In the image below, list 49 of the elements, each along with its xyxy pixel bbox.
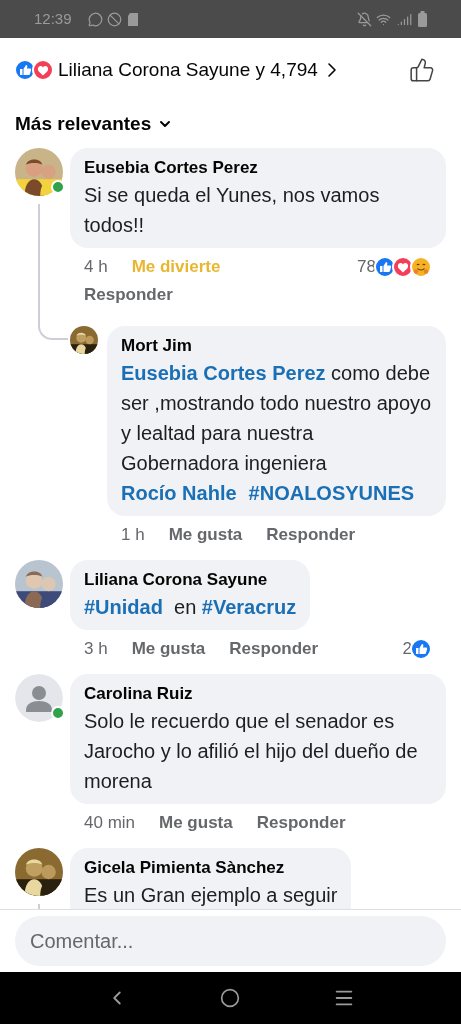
reaction-count[interactable]: 2	[402, 636, 412, 662]
comment-action[interactable]: Responder	[229, 636, 319, 662]
comment-text: Eusebia Cortes Perez como debe ser ,mostrando todo nuestro apoyo y lealtad para nuestra Gobernadora ingeniera Rocío Nahle #NOALOSYUNES	[121, 361, 432, 506]
home-icon[interactable]	[220, 988, 241, 1008]
comment-time: 4 h	[84, 256, 108, 278]
comment-action[interactable]: Responder	[84, 282, 173, 308]
author-name: Mort Jim	[121, 335, 193, 357]
hugging-face-reaction-icon	[410, 255, 432, 278]
comment-text: #Unidad en #Veracruz	[84, 595, 297, 620]
like-reaction-icon	[374, 255, 396, 278]
comment-action[interactable]: Me gusta	[159, 810, 233, 836]
signal-icon	[397, 11, 412, 27]
author-name: Carolina Ruiz	[84, 683, 194, 705]
status-time: 12:39	[34, 8, 72, 29]
author-name: Gicela Pimienta Sànchez	[84, 857, 286, 879]
comment-action[interactable]: Responder	[256, 810, 346, 836]
sd-card-icon	[127, 12, 138, 26]
like-icon[interactable]	[409, 57, 435, 83]
comment-input[interactable]: Comentar...	[15, 916, 446, 966]
comment-time: 1 h	[121, 524, 145, 546]
reactions-summary-link[interactable]: Liliana Corona Sayune y 4,794	[58, 58, 318, 82]
mention-link[interactable]: #NOALOSYUNES	[248, 482, 415, 504]
author-name: Liliana Corona Sayune	[84, 569, 269, 591]
wifi-icon	[376, 11, 391, 27]
mention-link[interactable]: Rocío Nahle	[121, 482, 237, 504]
comment-time: 40 min	[84, 812, 136, 834]
mention-link[interactable]: Eusebia Cortes Perez	[121, 362, 326, 384]
comment-action[interactable]: Responder	[266, 522, 356, 548]
comment-action[interactable]: Me gusta	[168, 522, 243, 548]
blocked-icon	[106, 11, 122, 27]
reaction-count[interactable]: 78	[357, 254, 376, 280]
default-avatar-icon	[15, 674, 63, 722]
author-name: Eusebia Cortes Perez	[84, 157, 259, 179]
comment-text: Si se queda el Yunes, nos vamos todos!!	[84, 183, 381, 238]
mention-link[interactable]: #Veracruz	[201, 596, 297, 618]
comment-text: Es un Gran ejemplo a seguir	[84, 883, 338, 908]
comment-text: Solo le recuerdo que el senador es Jarocho y lo afilió el hijo del dueño de morena	[84, 709, 419, 794]
battery-icon	[418, 11, 427, 27]
muted-bell-icon	[357, 11, 372, 27]
comment-time: 3 h	[84, 638, 108, 660]
reply-connector	[38, 308, 68, 340]
sort-dropdown[interactable]: Más relevantes	[0, 104, 189, 144]
heart-reaction-icon	[32, 59, 54, 81]
heart-reaction-icon	[392, 255, 414, 278]
like-reaction-icon	[14, 59, 36, 81]
chat-bubble-icon	[87, 11, 103, 27]
mention-link[interactable]: #Unidad	[84, 596, 163, 618]
comment-action[interactable]: Me gusta	[131, 636, 206, 662]
like-reaction-icon	[410, 637, 432, 660]
